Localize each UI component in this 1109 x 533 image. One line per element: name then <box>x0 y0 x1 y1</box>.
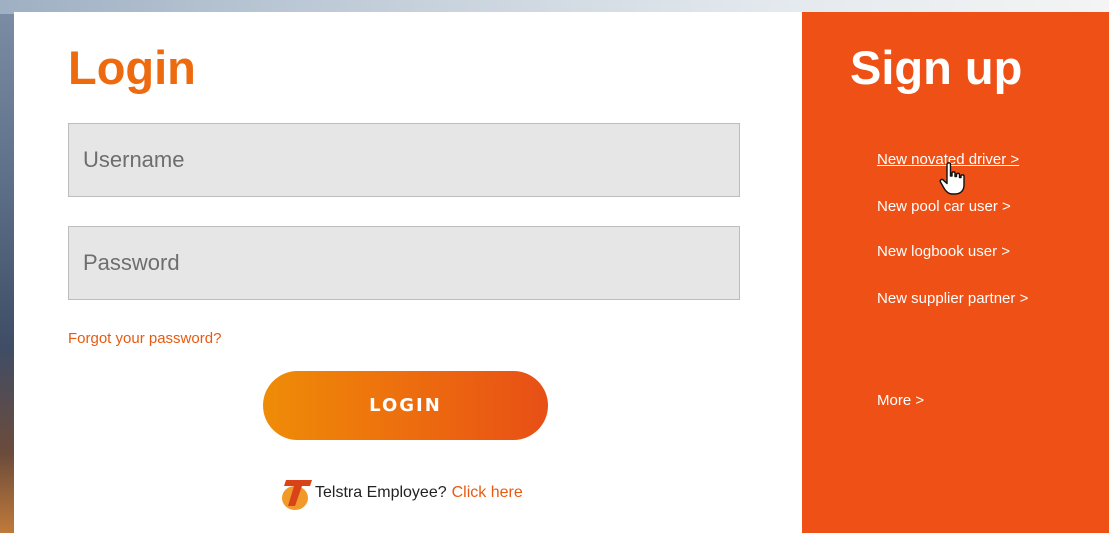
login-title: Login <box>68 41 196 94</box>
telstra-click-here-link[interactable]: Click here <box>452 484 523 502</box>
telstra-employee-row: Telstra Employee? Click here <box>280 475 523 511</box>
login-button[interactable]: LOGIN <box>263 371 548 440</box>
new-supplier-partner-link[interactable]: New supplier partner > <box>877 290 1028 307</box>
new-pool-car-user-link[interactable]: New pool car user > <box>877 198 1011 215</box>
telstra-logo-icon <box>282 480 312 510</box>
username-input[interactable] <box>68 123 740 197</box>
signup-title: Sign up <box>850 41 1023 94</box>
password-input[interactable] <box>68 226 740 300</box>
hand-pointer-icon <box>939 162 965 195</box>
more-link[interactable]: More > <box>877 392 924 409</box>
forgot-password-link[interactable]: Forgot your password? <box>68 330 221 347</box>
telstra-employee-text: Telstra Employee? <box>315 484 447 501</box>
new-logbook-user-link[interactable]: New logbook user > <box>877 243 1010 260</box>
